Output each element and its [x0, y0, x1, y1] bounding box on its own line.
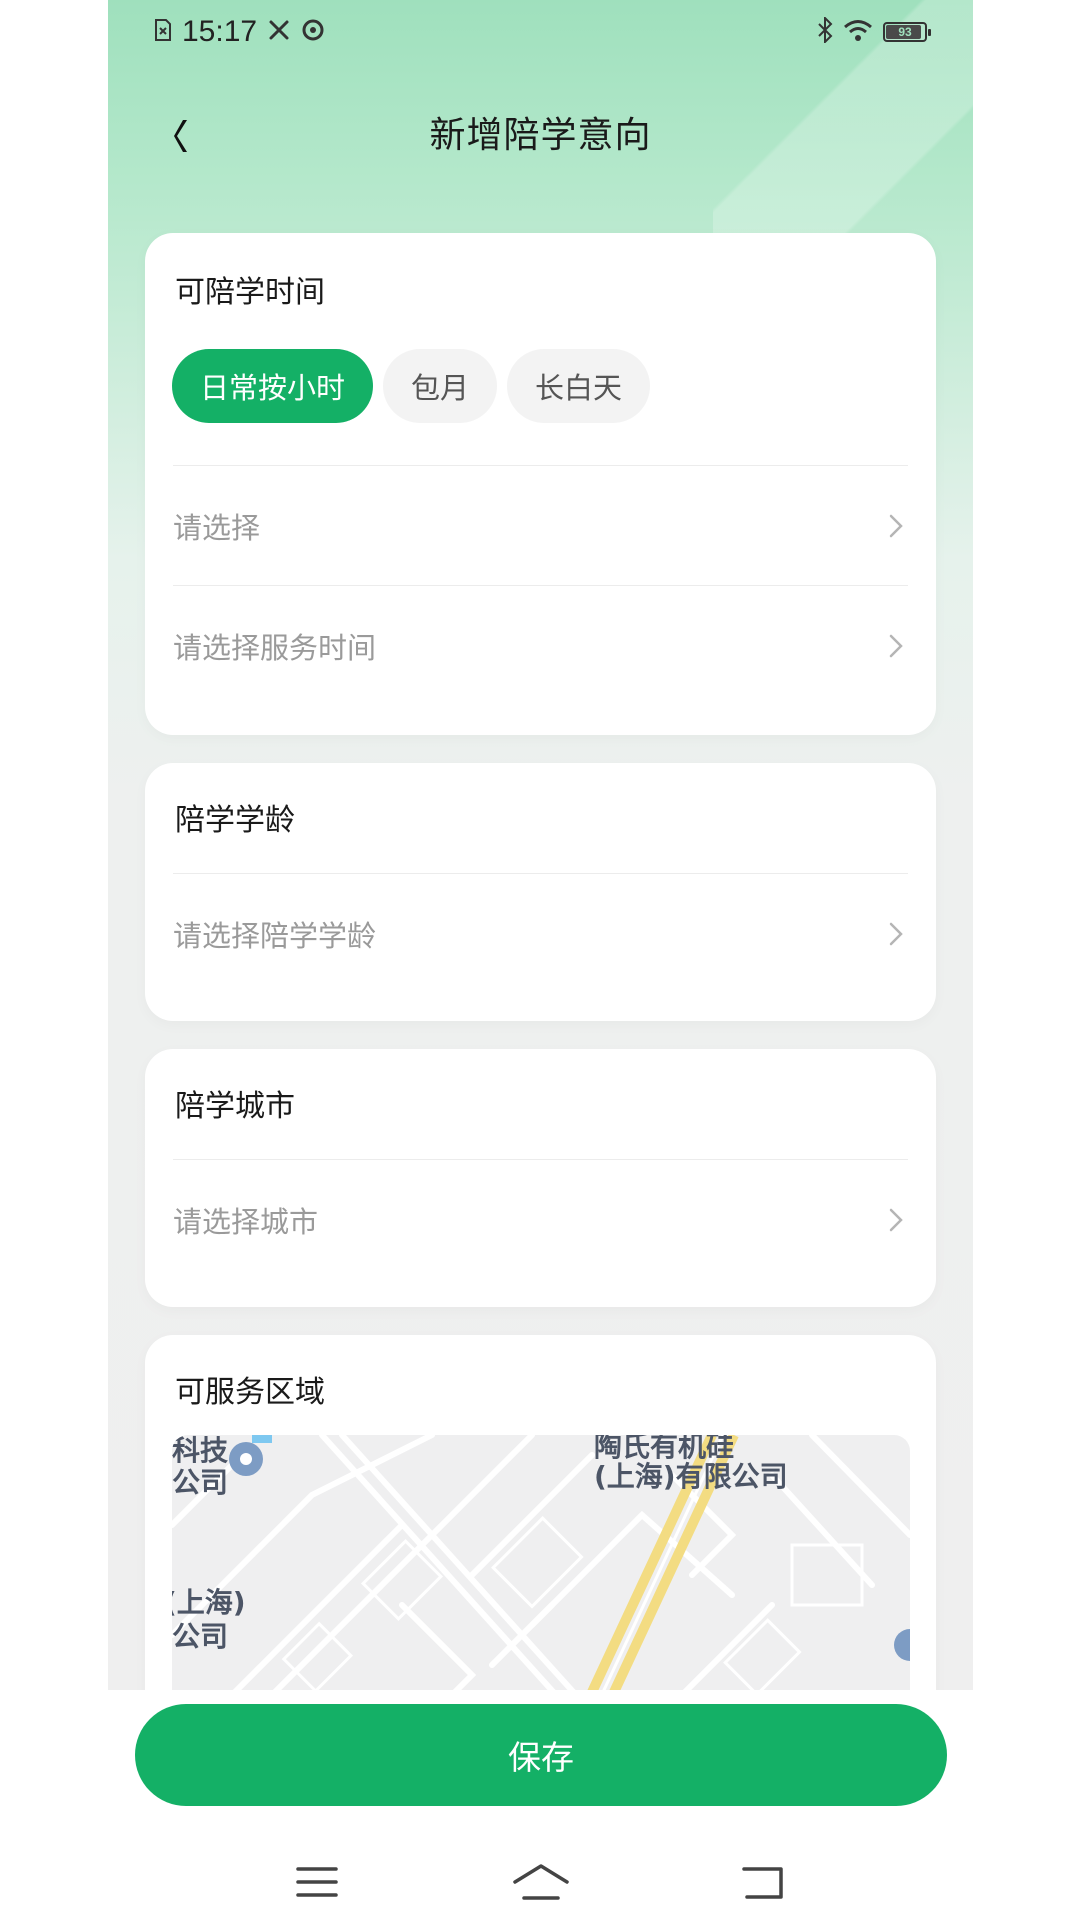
time-type-chips: 日常按小时 包月 长白天: [172, 349, 651, 423]
chip-monthly[interactable]: 包月: [383, 349, 498, 423]
city-placeholder: 请选择城市: [173, 1205, 319, 1239]
time-card: 可陪学时间 日常按小时 包月 长白天 请选择 请选择服务时间: [145, 233, 936, 735]
divider: [173, 873, 908, 874]
tools-icon: [267, 18, 291, 46]
back-nav-button[interactable]: [728, 1858, 798, 1910]
chevron-right-icon: [884, 511, 908, 541]
battery-level: 93: [898, 25, 912, 39]
age-card-title: 陪学学龄: [175, 803, 295, 838]
sim-card-icon: [154, 18, 172, 46]
age-select-row[interactable]: 请选择陪学学龄: [173, 875, 908, 993]
save-button[interactable]: 保存: [135, 1704, 947, 1806]
chevron-right-icon: [884, 919, 908, 949]
age-placeholder: 请选择陪学学龄: [173, 919, 377, 953]
chevron-right-icon: [884, 631, 908, 661]
service-time-placeholder: 请选择服务时间: [173, 631, 377, 665]
app-screen: 15:17 93 新增陪学意向 可陪学时间 日常按小时 包月 长白天 请选择 请…: [108, 0, 973, 1920]
status-right: 93: [817, 14, 931, 50]
bluetooth-icon: [817, 15, 833, 47]
divider: [173, 1159, 908, 1160]
return-icon: [741, 1863, 785, 1905]
page-title: 新增陪学意向: [429, 115, 652, 156]
system-nav-bar: [108, 1850, 973, 1920]
select-row[interactable]: 请选择: [173, 467, 908, 585]
select-placeholder: 请选择: [173, 511, 261, 545]
battery-icon: 93: [883, 22, 931, 42]
map-label: (上海)有限公司: [594, 1460, 788, 1493]
city-select-row[interactable]: 请选择城市: [173, 1161, 908, 1279]
menu-icon: [295, 1865, 339, 1903]
map-label: 公司: [172, 1620, 229, 1653]
status-time: 15:17: [182, 15, 258, 48]
home-icon: [512, 1862, 570, 1906]
bottom-area: 保存: [108, 1690, 973, 1920]
chip-hourly[interactable]: 日常按小时: [172, 349, 374, 423]
chevron-right-icon: [884, 1205, 908, 1235]
home-nav-button[interactable]: [506, 1858, 576, 1910]
divider: [173, 465, 908, 466]
menu-nav-button[interactable]: [282, 1858, 352, 1910]
wifi-icon: [843, 18, 873, 46]
divider: [173, 585, 908, 586]
age-card: 陪学学龄 请选择陪学学龄: [145, 763, 936, 1021]
chip-daytime[interactable]: 长白天: [507, 349, 651, 423]
status-bar: 15:17 93: [108, 0, 973, 64]
location-pin-icon: [894, 1629, 910, 1661]
map-label: 公司: [172, 1466, 229, 1499]
sync-icon: [301, 18, 325, 46]
status-left: 15:17: [154, 14, 325, 50]
city-card: 陪学城市 请选择城市: [145, 1049, 936, 1307]
area-card-title: 可服务区域: [175, 1375, 325, 1410]
city-card-title: 陪学城市: [175, 1089, 295, 1124]
time-card-title: 可陪学时间: [175, 275, 325, 310]
service-time-row[interactable]: 请选择服务时间: [173, 587, 908, 705]
